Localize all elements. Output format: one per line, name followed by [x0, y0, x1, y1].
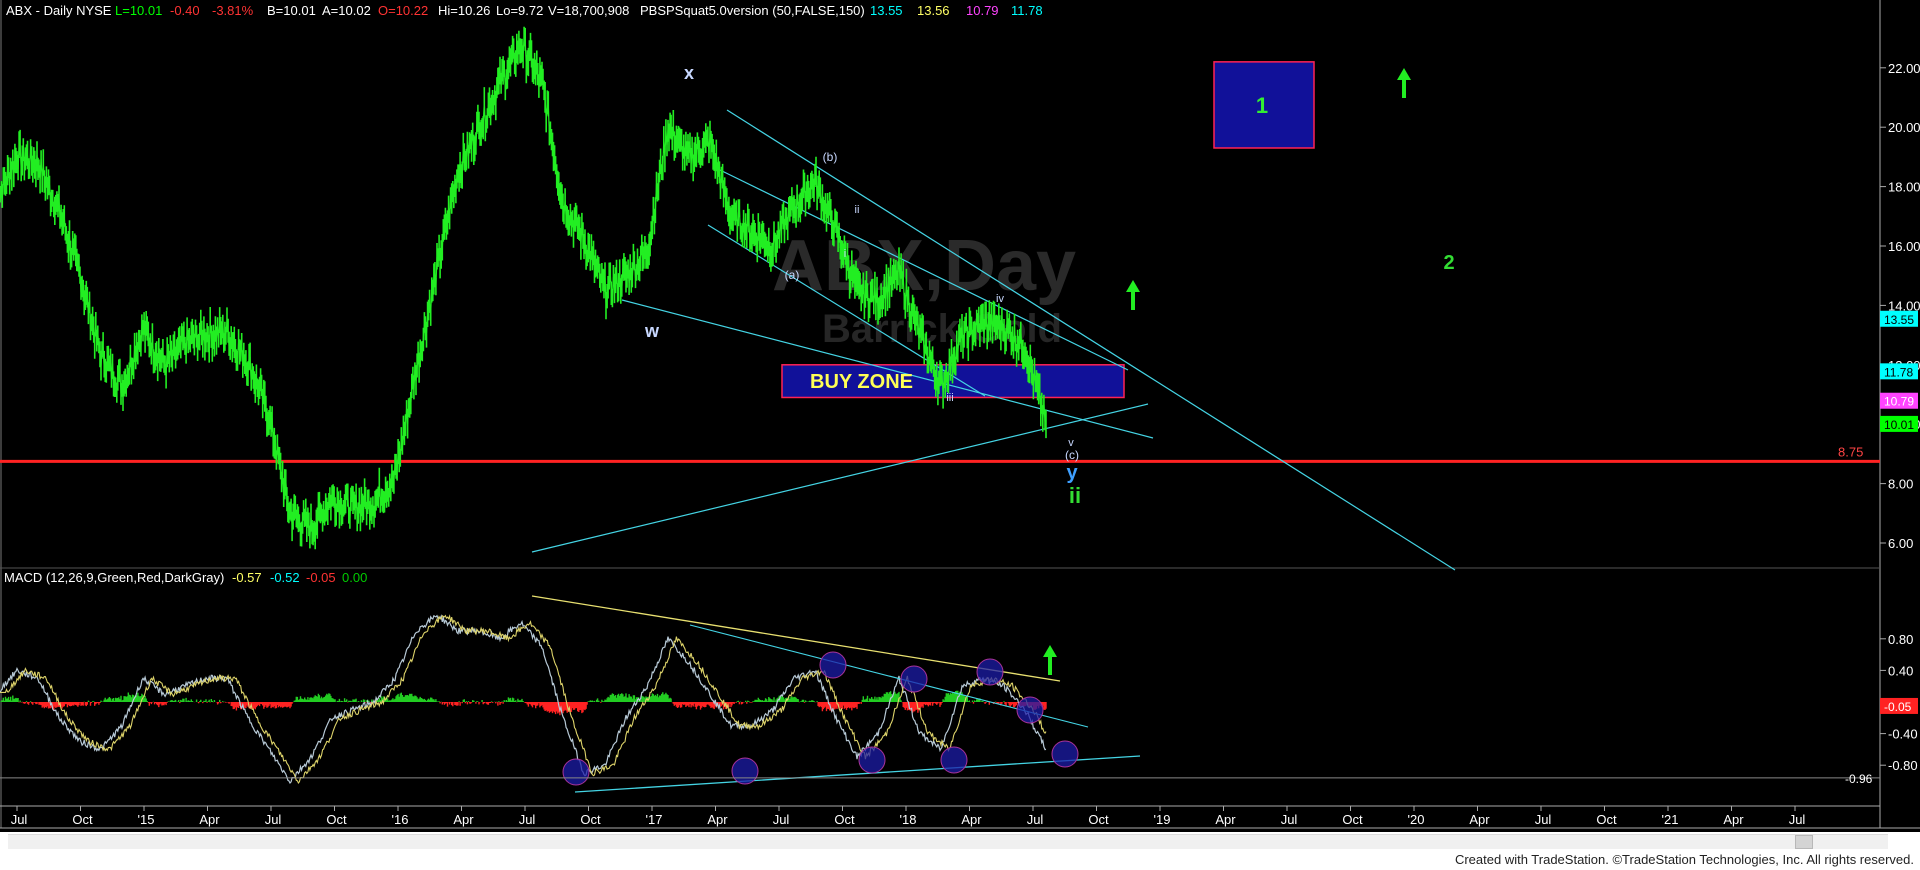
- macd-axis-label: 0.40: [1888, 663, 1913, 678]
- x-axis-label: Oct: [580, 812, 601, 827]
- macd-axis-label: -0.80: [1888, 758, 1918, 773]
- price-tag: 13.55: [1884, 313, 1914, 327]
- x-axis-label: Jul: [1789, 812, 1806, 827]
- x-axis-label: '19: [1154, 812, 1171, 827]
- wave-label-i: i: [844, 248, 846, 260]
- x-axis-label: Oct: [1342, 812, 1363, 827]
- chart-root: ABX,Day Barrick Gold 22.00 20.00 18.00 16.00…: [0, 0, 1920, 870]
- wave-label-a: (a): [785, 268, 800, 282]
- macd-swing-marker: [1016, 696, 1044, 724]
- price-axis-label: 6.00: [1888, 536, 1913, 551]
- scrollbar-thumb[interactable]: [1795, 835, 1813, 849]
- x-axis-label: Jul: [1535, 812, 1552, 827]
- x-axis-label: Jul: [11, 812, 28, 827]
- macd-tag: -0.05: [1884, 700, 1912, 714]
- macd-swing-marker: [976, 658, 1004, 686]
- x-axis-label: Apr: [707, 812, 728, 827]
- wave-label-w: w: [644, 321, 660, 341]
- buy-zone-label: BUY ZONE: [810, 371, 913, 393]
- x-axis-label: Oct: [834, 812, 855, 827]
- price-axis-label: 18.00: [1888, 180, 1920, 195]
- wave-label-b: (b): [823, 150, 838, 164]
- macd-swing-marker: [819, 651, 847, 679]
- wave-label-x: x: [684, 63, 694, 83]
- x-axis-label: '18: [900, 812, 917, 827]
- price-axis-label: 20.00: [1888, 120, 1920, 135]
- watermark-name: Barrick Gold: [822, 307, 1062, 351]
- wave-label-ii-small: ii: [855, 204, 860, 216]
- x-axis-label: Apr: [199, 812, 220, 827]
- price-tag: 11.78: [1884, 365, 1913, 379]
- macd-tag: -0.96: [1845, 772, 1873, 786]
- copyright-credit: Created with TradeStation. ©TradeStation…: [1454, 852, 1914, 867]
- quote-value: L=10.01: [115, 3, 162, 18]
- x-axis-label: Oct: [326, 812, 347, 827]
- wave-label-iii: iii: [946, 392, 953, 404]
- wave-label-v: v: [1068, 437, 1074, 449]
- support-line-label: 8.75: [1838, 444, 1863, 459]
- macd-value: -0.05: [306, 570, 336, 585]
- x-axis-label: Jul: [1281, 812, 1298, 827]
- macd-swing-marker: [858, 746, 886, 774]
- x-axis-label: Oct: [1596, 812, 1617, 827]
- quote-value: -3.81%: [212, 3, 254, 18]
- price-tag: 10.01: [1884, 418, 1914, 432]
- chart-title: ABX - Daily NYSE: [6, 3, 112, 18]
- quote-value: PBSPSquat5.0version (50,FALSE,150): [640, 3, 865, 18]
- macd-axis-label: -0.40: [1888, 727, 1918, 742]
- macd-value: -0.57: [232, 570, 262, 585]
- x-axis-label: '17: [646, 812, 663, 827]
- wave-label-ii-big: ii: [1069, 483, 1081, 508]
- quote-value: 13.55: [870, 3, 903, 18]
- x-axis-label: Jul: [773, 812, 790, 827]
- macd-value: 0.00: [342, 570, 367, 585]
- x-axis-label: Apr: [961, 812, 982, 827]
- wave-label-iv: iv: [996, 293, 1004, 305]
- horizontal-scrollbar[interactable]: [8, 834, 1888, 849]
- x-axis-label: Apr: [1215, 812, 1236, 827]
- target-box-label: 1: [1256, 93, 1268, 118]
- x-axis-label: '15: [138, 812, 155, 827]
- wave-label-c: (c): [1065, 448, 1079, 462]
- tradestation-chart: ABX,DayBarrick Gold 22.0020.0018.0016.00…: [0, 0, 1920, 832]
- x-axis-label: Oct: [72, 812, 93, 827]
- macd-axis-label: 0.80: [1888, 632, 1913, 647]
- quote-value: O=10.22: [378, 3, 428, 18]
- quote-value: 11.78: [1011, 3, 1043, 18]
- x-axis-label: '16: [392, 812, 409, 827]
- x-axis-label: '20: [1408, 812, 1425, 827]
- macd-swing-marker: [900, 665, 928, 693]
- x-axis-label: Jul: [519, 812, 536, 827]
- x-axis-label: Oct: [1088, 812, 1109, 827]
- quote-value: 10.79: [966, 3, 999, 18]
- quote-value: A=10.02: [322, 3, 371, 18]
- quote-value: B=10.01: [267, 3, 316, 18]
- watermark-symbol: ABX,Day: [772, 226, 1076, 306]
- macd-swing-marker: [731, 757, 759, 785]
- quote-value: Lo=9.72: [496, 3, 543, 18]
- macd-swing-marker: [1051, 740, 1079, 768]
- quote-value: V=18,700,908: [548, 3, 629, 18]
- x-axis-label: Apr: [1469, 812, 1490, 827]
- macd-swing-marker: [562, 758, 590, 786]
- x-axis-label: '21: [1662, 812, 1679, 827]
- quote-value: 13.56: [917, 3, 950, 18]
- price-axis-label: 22.00: [1888, 61, 1920, 76]
- x-axis-label: Apr: [1723, 812, 1744, 827]
- macd-title: MACD (12,26,9,Green,Red,DarkGray): [4, 570, 224, 585]
- price-tag: 10.79: [1884, 395, 1914, 409]
- wave-label-2: 2: [1443, 252, 1454, 274]
- x-axis-label: Apr: [453, 812, 474, 827]
- quote-value: -0.40: [170, 3, 200, 18]
- x-axis-label: Jul: [1027, 812, 1044, 827]
- price-axis-label: 8.00: [1888, 477, 1913, 492]
- wave-label-y: y: [1066, 462, 1078, 484]
- x-axis-label: Jul: [265, 812, 282, 827]
- macd-value: -0.52: [270, 570, 300, 585]
- price-axis-label: 16.00: [1888, 239, 1920, 254]
- quote-value: Hi=10.26: [438, 3, 490, 18]
- macd-swing-marker: [940, 746, 968, 774]
